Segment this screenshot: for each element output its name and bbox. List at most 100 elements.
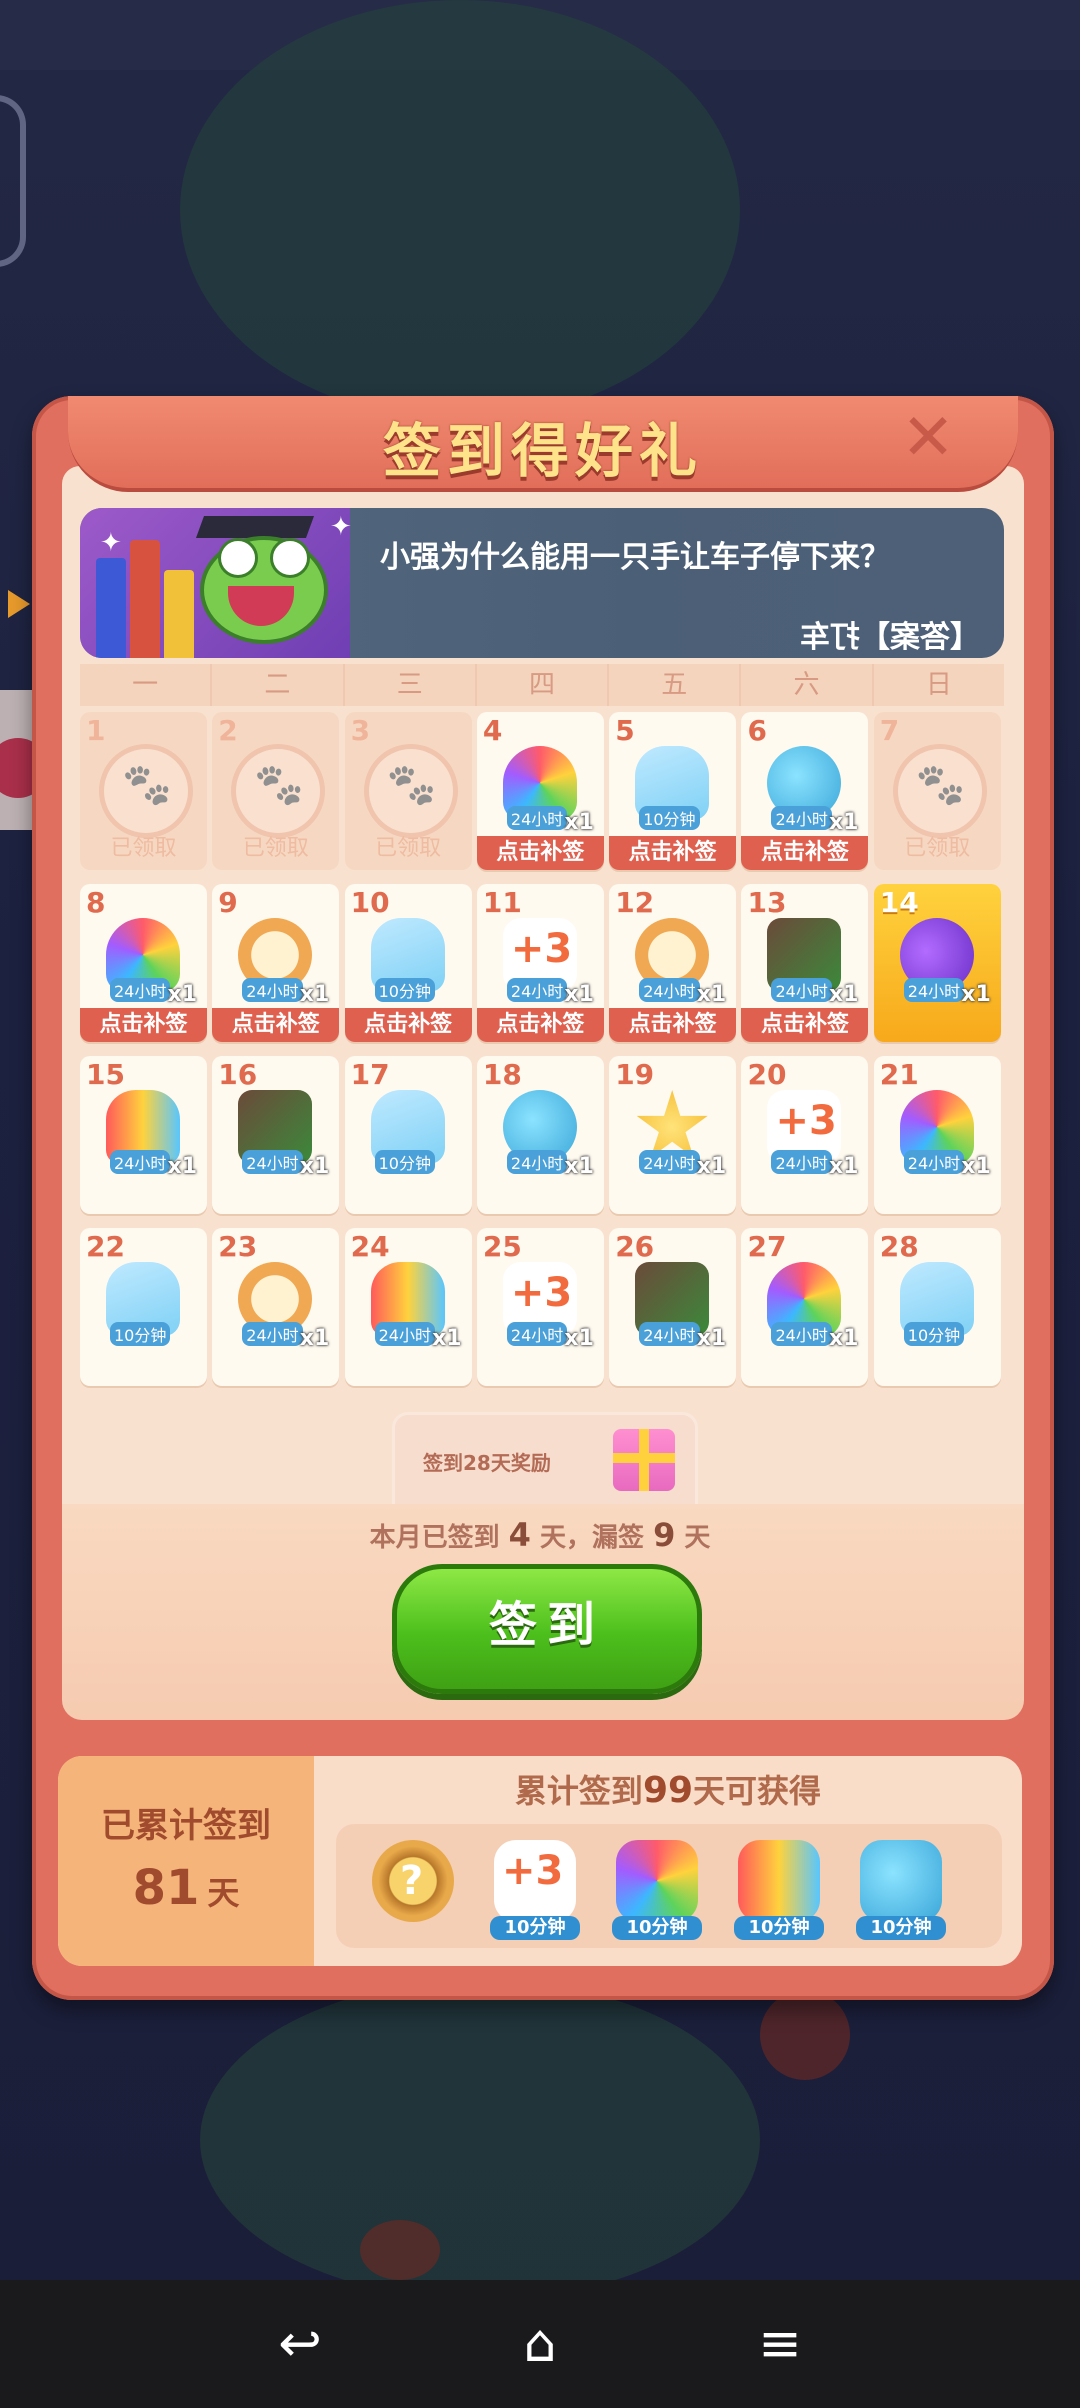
- reward-count: x1: [167, 1154, 198, 1179]
- makeup-checkin-button[interactable]: 点击补签: [344, 1008, 472, 1042]
- calendar-day-cell: 1 已领取: [80, 712, 207, 870]
- makeup-checkin-button[interactable]: 点击补签: [476, 1008, 604, 1042]
- duration-tag: 24小时: [639, 1150, 700, 1174]
- cumulative-panel: 已累计签到 81天 累计签到99天可获得 10分钟 10分钟 10分钟 10分钟: [58, 1756, 1022, 1966]
- weekday-label: 四: [476, 664, 610, 706]
- calendar-day-cell[interactable]: 6 24小时 x1 点击补签: [741, 712, 869, 870]
- day-number: 9: [218, 886, 238, 919]
- day-number: 24: [350, 1230, 390, 1263]
- paw-stamp-icon: [363, 744, 458, 838]
- duration-tag: 24小时: [639, 978, 700, 1002]
- reward-count: x1: [299, 1154, 330, 1179]
- menu-icon[interactable]: ≡: [750, 2314, 810, 2374]
- cumulative-label: 已累计签到: [101, 1806, 271, 1846]
- cumulative-title-prefix: 累计签到: [514, 1772, 643, 1810]
- day-number: 2: [218, 714, 238, 747]
- dialog-title: 签到得好礼: [382, 417, 703, 485]
- cumulative-reward: [364, 1838, 462, 1936]
- day-number: 11: [482, 886, 522, 919]
- background-tree: [180, 0, 740, 420]
- calendar-day-cell[interactable]: 9 24小时 x1 点击补签: [212, 884, 340, 1042]
- calendar-day-cell[interactable]: 4 24小时 x1 点击补签: [476, 712, 604, 870]
- day-number: 12: [615, 886, 655, 919]
- makeup-checkin-button[interactable]: 点击补签: [80, 1008, 207, 1042]
- cumulative-days-value: 81: [132, 1860, 200, 1916]
- feather-icon: [616, 1840, 698, 1922]
- reward-count: x1: [167, 982, 198, 1007]
- duration-tag: 24小时: [506, 806, 568, 830]
- makeup-checkin-button[interactable]: 点击补签: [741, 1008, 869, 1042]
- duration-tag: 24小时: [771, 1322, 832, 1346]
- calendar-day-cell[interactable]: 14 24小时 x1: [873, 884, 1001, 1042]
- cumulative-reward: 10分钟: [730, 1838, 828, 1940]
- makeup-checkin-button[interactable]: 点击补签: [741, 836, 869, 870]
- day-number: 3: [350, 714, 371, 747]
- home-icon[interactable]: ⌂: [510, 2314, 570, 2374]
- month-summary: 本月已签到 4 天，漏签 9 天: [0, 1516, 1080, 1554]
- background-fruit: [760, 1990, 850, 2080]
- day-number: 22: [86, 1230, 125, 1263]
- reward-count: x1: [696, 982, 727, 1007]
- day-number: 6: [747, 714, 767, 747]
- cumulative-count: 已累计签到 81 天: [58, 1756, 314, 1966]
- calendar-day-cell: 21 24小时 x1: [873, 1056, 1001, 1214]
- calendar-day-cell[interactable]: 13 24小时 x1 点击补签: [741, 884, 869, 1042]
- makeup-checkin-button[interactable]: 点击补签: [609, 836, 737, 870]
- day-number: 17: [350, 1058, 390, 1091]
- day-number: 13: [747, 886, 787, 919]
- reward-count: x1: [828, 810, 859, 835]
- day-number: 26: [615, 1230, 655, 1263]
- day-number: 10: [350, 886, 390, 919]
- day-number: 15: [86, 1058, 125, 1091]
- calendar-day-cell[interactable]: 5 10分钟 点击补签: [609, 712, 737, 870]
- reward-28-label: 签到28天奖励: [423, 1451, 551, 1475]
- makeup-checkin-button[interactable]: 点击补签: [609, 1008, 737, 1042]
- day-number: 8: [86, 886, 106, 919]
- reward-count: x1: [696, 1326, 727, 1351]
- back-icon[interactable]: ↩: [270, 2314, 330, 2374]
- quiz-question: 小强为什么能用一只手让车子停下来？: [380, 540, 890, 575]
- reward-count: x1: [961, 982, 991, 1007]
- calendar-day-cell[interactable]: 12 24小时 x1 点击补签: [609, 884, 737, 1042]
- calendar-day-cell[interactable]: 11 24小时x1点击补签: [476, 884, 604, 1042]
- makeup-checkin-button[interactable]: 点击补签: [212, 1008, 340, 1042]
- reward-28-days[interactable]: 签到28天奖励: [392, 1412, 698, 1510]
- duration-tag: 10分钟: [374, 1150, 435, 1174]
- sparkle-icon: ✦: [100, 528, 122, 558]
- close-icon[interactable]: ✕: [900, 406, 956, 470]
- summary-mid: 天，漏签: [539, 1523, 644, 1553]
- day-number: 14: [879, 886, 919, 919]
- calendar-day-cell[interactable]: 10 10分钟 点击补签: [344, 884, 472, 1042]
- reward-count: x1: [564, 810, 594, 835]
- makeup-checkin-button[interactable]: 点击补签: [476, 836, 604, 870]
- reward-count: x1: [299, 982, 330, 1007]
- missed-days: 9: [653, 1516, 676, 1554]
- calendar-day-cell: 26 24小时 x1: [609, 1228, 737, 1386]
- summary-prefix: 本月已签到: [369, 1523, 500, 1553]
- duration-tag: 24小时: [506, 978, 568, 1002]
- cumulative-reward: 10分钟: [486, 1838, 584, 1940]
- weekday-label: 三: [344, 664, 477, 706]
- day-number: 23: [218, 1230, 258, 1263]
- quiz-answer-tag: 【答案】打车: [800, 620, 980, 655]
- calendar-day-cell[interactable]: 8 24小时 x1 点击补签: [80, 884, 207, 1042]
- weekday-label: 日: [873, 664, 1004, 706]
- side-arrow-icon[interactable]: [8, 590, 30, 618]
- checkin-button[interactable]: 签到: [392, 1564, 702, 1694]
- checkin-button-label: 签到: [488, 1597, 605, 1653]
- weekday-label: 五: [609, 664, 742, 706]
- reward-count: x1: [696, 1154, 727, 1179]
- calendar-day-cell: 20 24小时x1: [741, 1056, 869, 1214]
- reward-count: x1: [299, 1326, 330, 1351]
- duration-tag: 24小时: [242, 978, 303, 1002]
- cumulative-title-days: 99: [642, 1770, 694, 1811]
- duration-tag: 24小时: [771, 978, 832, 1002]
- day-number: 25: [482, 1230, 522, 1263]
- reward-duration: 10分钟: [612, 1916, 702, 1940]
- cumulative-rewards: 10分钟 10分钟 10分钟 10分钟: [336, 1824, 1002, 1948]
- frog-mascot-icon: [190, 516, 340, 654]
- calendar-day-cell: 18 24小时 x1: [476, 1056, 604, 1214]
- calendar-day-cell: 24 24小时 x1: [344, 1228, 472, 1386]
- reward-count: x1: [564, 1154, 594, 1179]
- claimed-label: 已领取: [110, 836, 177, 861]
